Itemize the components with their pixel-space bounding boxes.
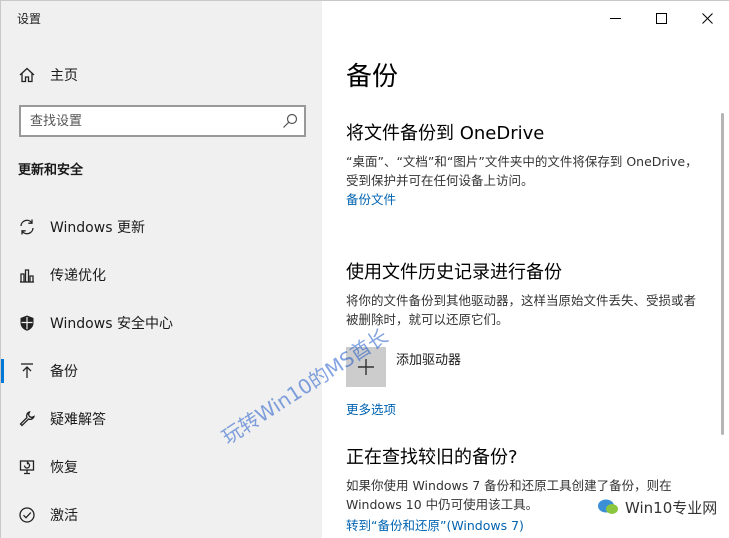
sidebar-item-recovery[interactable]: 恢复 [1, 447, 322, 487]
onedrive-heading: 将文件备份到 OneDrive [346, 123, 545, 144]
sidebar-item-label: 恢复 [50, 460, 78, 476]
older-backup-description: 如果你使用 Windows 7 备份和还原工具创建了备份，则在 Windows … [346, 478, 672, 512]
sidebar-item-troubleshoot[interactable]: 疑难解答 [1, 399, 322, 439]
minimize-button[interactable] [592, 1, 638, 35]
add-drive-label: 添加驱动器 [396, 353, 462, 368]
file-history-description: 将你的文件备份到其他驱动器，这样当原始文件丢失、受损或者被删除时，就可以还原它们… [346, 293, 697, 327]
backup-files-link[interactable]: 备份文件 [346, 189, 396, 208]
close-button[interactable] [684, 1, 729, 35]
minimize-icon [609, 17, 621, 19]
sidebar-item-delivery-optimization[interactable]: 传递优化 [1, 255, 322, 295]
sidebar-item-home[interactable]: 主页 [1, 57, 322, 93]
sidebar-item-label: Windows 更新 [50, 220, 145, 236]
sidebar: 设置 主页 更新和安全 Windows 更新 传递优化 [1, 1, 322, 538]
onedrive-description: “桌面”、“文档”和“图片”文件夹中的文件将保存到 OneDrive，受到保护并… [346, 154, 698, 188]
window-title: 设置 [17, 12, 42, 26]
page-title: 备份 [346, 62, 399, 92]
sidebar-item-windows-update[interactable]: Windows 更新 [1, 207, 322, 247]
sidebar-item-windows-security[interactable]: Windows 安全中心 [1, 303, 322, 343]
file-history-heading: 使用文件历史记录进行备份 [346, 262, 562, 283]
settings-window: 设置 主页 更新和安全 Windows 更新 传递优化 [0, 0, 729, 538]
backup-restore-link[interactable]: 转到“备份和还原”(Windows 7) [346, 515, 524, 534]
sidebar-item-label: Windows 安全中心 [50, 316, 173, 332]
scrollbar[interactable] [721, 113, 724, 435]
activation-icon [17, 505, 37, 525]
search-box[interactable] [19, 105, 306, 137]
add-drive-button[interactable]: 添加驱动器 [346, 347, 546, 387]
main-content: 备份 将文件备份到 OneDrive “桌面”、“文档”和“图片”文件夹中的文件… [322, 1, 729, 538]
sync-icon [17, 217, 37, 237]
home-icon [17, 65, 37, 85]
plus-icon [358, 359, 374, 375]
section-heading: 更新和安全 [18, 163, 84, 178]
search-icon[interactable] [282, 113, 298, 129]
delivery-optimization-icon [17, 265, 37, 285]
search-input[interactable] [21, 107, 304, 135]
recovery-icon [17, 457, 37, 477]
sidebar-item-label: 激活 [50, 508, 78, 524]
maximize-icon [655, 12, 667, 24]
sidebar-item-label: 备份 [50, 364, 78, 380]
sidebar-item-label: 传递优化 [50, 268, 106, 284]
wrench-icon [17, 409, 37, 429]
older-backup-heading: 正在查找较旧的备份? [346, 447, 518, 468]
more-options-link[interactable]: 更多选项 [346, 399, 396, 418]
add-drive-tile[interactable] [346, 347, 386, 387]
sidebar-item-backup[interactable]: 备份 [1, 351, 322, 391]
sidebar-item-label: 主页 [50, 68, 78, 84]
maximize-button[interactable] [638, 1, 684, 35]
shield-icon [17, 313, 37, 333]
sidebar-item-activation[interactable]: 激活 [1, 495, 322, 535]
backup-arrow-icon [17, 361, 37, 381]
close-icon [701, 12, 713, 24]
sidebar-item-label: 疑难解答 [50, 412, 106, 428]
